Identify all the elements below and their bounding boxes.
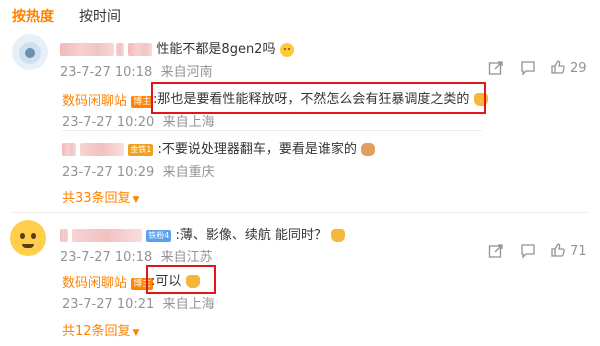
like-count: 71 bbox=[570, 244, 587, 259]
cat-emoji-icon bbox=[331, 229, 346, 242]
reply-author[interactable]: 数码闲聊站 博主 bbox=[62, 272, 154, 291]
gold-badge: 金铁1 bbox=[128, 143, 154, 156]
fan-badge: 铁粉4 bbox=[146, 229, 172, 242]
like-icon[interactable] bbox=[550, 242, 566, 258]
tab-time[interactable]: 按时间 bbox=[79, 6, 121, 26]
comment-text: 性能不都是8gen2吗 bbox=[156, 42, 276, 57]
comment-2-line: 铁粉4 :薄、影像、续航 能同时？ bbox=[60, 224, 346, 243]
reply-meta: 23-7-27 10:21 来自上海 bbox=[62, 297, 215, 312]
reply-meta: 23-7-27 10:29 来自重庆 bbox=[62, 165, 215, 180]
like-icon[interactable] bbox=[550, 59, 566, 75]
comment-icon[interactable] bbox=[520, 243, 536, 259]
divider bbox=[62, 130, 482, 131]
username-redacted[interactable] bbox=[60, 229, 68, 242]
share-icon[interactable] bbox=[488, 60, 504, 76]
comment-icon[interactable] bbox=[520, 60, 536, 76]
tab-hot[interactable]: 按热度 bbox=[12, 6, 54, 26]
dropdown-triangle-icon: ▼ bbox=[132, 328, 140, 338]
avatar[interactable] bbox=[12, 34, 48, 70]
more-replies-link[interactable]: 共33条回复 ▼ bbox=[62, 187, 139, 206]
share-icon[interactable] bbox=[488, 243, 504, 259]
more-replies-link[interactable]: 共12条回复 ▼ bbox=[62, 320, 139, 339]
username-redacted[interactable] bbox=[60, 43, 114, 56]
blogger-badge: 博主 bbox=[131, 95, 154, 108]
comment-meta: 23-7-27 10:18 来自河南 bbox=[60, 65, 213, 80]
dog-emoji-icon bbox=[361, 143, 376, 156]
divider bbox=[12, 212, 588, 213]
emoji-icon bbox=[279, 42, 294, 57]
reply-text: :不要说处理器翻车，要看是谁家的 bbox=[157, 142, 357, 157]
highlight-box bbox=[151, 82, 486, 114]
avatar[interactable] bbox=[10, 220, 46, 256]
dropdown-triangle-icon: ▼ bbox=[132, 195, 140, 205]
comment-1-line: 性能不都是8gen2吗 bbox=[60, 38, 294, 57]
reply-author[interactable]: 数码闲聊站 博主 bbox=[62, 90, 154, 109]
comment-text: :薄、影像、续航 能同时？ bbox=[175, 228, 328, 243]
like-count: 29 bbox=[570, 61, 587, 76]
reply-meta: 23-7-27 10:20 来自上海 bbox=[62, 115, 215, 130]
highlight-box bbox=[146, 265, 216, 294]
username-redacted[interactable] bbox=[62, 143, 76, 156]
reply-line: 金铁1 :不要说处理器翻车，要看是谁家的 bbox=[62, 138, 376, 157]
comment-meta: 23-7-27 10:18 来自江苏 bbox=[60, 250, 213, 265]
